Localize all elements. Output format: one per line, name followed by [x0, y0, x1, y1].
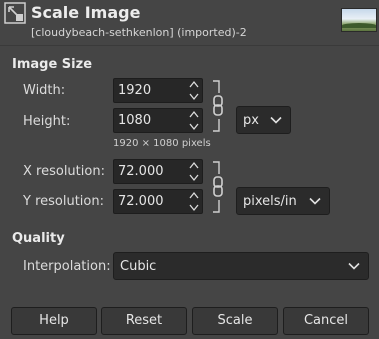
x-resolution-label: X resolution: — [23, 164, 105, 179]
width-increment-arrow-up-icon[interactable] — [186, 79, 202, 90]
dialog-subtitle: [cloudybeach-sethkenlon] (imported)-2 — [31, 26, 247, 39]
x-resolution-increment-arrow-up-icon[interactable] — [186, 160, 202, 171]
y-resolution-input[interactable]: 72.000 — [113, 189, 203, 214]
scale-button[interactable]: Scale — [192, 307, 278, 335]
resolution-unit-dropdown[interactable]: pixels/in — [236, 187, 330, 215]
height-value: 1080 — [118, 113, 152, 128]
cancel-button[interactable]: Cancel — [283, 307, 369, 335]
reset-button[interactable]: Reset — [101, 307, 187, 335]
image-size-heading: Image Size — [12, 57, 93, 72]
interpolation-value: Cubic — [120, 259, 157, 274]
resolution-chain-link-icon[interactable] — [210, 160, 224, 214]
interpolation-dropdown[interactable]: Cubic — [113, 252, 369, 280]
width-input[interactable]: 1920 — [113, 78, 203, 103]
help-button[interactable]: Help — [11, 307, 97, 335]
size-unit-dropdown[interactable]: px — [236, 106, 291, 134]
x-resolution-value: 72.000 — [118, 164, 164, 179]
chevron-down-icon — [348, 262, 360, 270]
size-chain-link-icon[interactable] — [210, 79, 224, 133]
y-resolution-decrement-arrow-down-icon[interactable] — [186, 202, 202, 213]
chevron-down-icon — [270, 116, 282, 124]
image-thumbnail — [341, 8, 377, 32]
x-resolution-input[interactable]: 72.000 — [113, 159, 203, 184]
header-divider — [0, 45, 379, 46]
scale-image-icon — [4, 2, 26, 24]
pixel-dimensions-text: 1920 × 1080 pixels — [113, 138, 211, 149]
height-increment-arrow-up-icon[interactable] — [186, 109, 202, 120]
size-unit-value: px — [243, 113, 259, 128]
height-decrement-arrow-down-icon[interactable] — [186, 121, 202, 132]
width-label: Width: — [23, 83, 66, 98]
y-resolution-label: Y resolution: — [23, 194, 104, 209]
chevron-down-icon — [309, 197, 321, 205]
resolution-unit-value: pixels/in — [243, 194, 297, 209]
height-input[interactable]: 1080 — [113, 108, 203, 133]
dialog-title: Scale Image — [31, 3, 141, 22]
width-decrement-arrow-down-icon[interactable] — [186, 91, 202, 102]
interpolation-label: Interpolation: — [23, 259, 111, 274]
width-value: 1920 — [118, 83, 152, 98]
y-resolution-increment-arrow-up-icon[interactable] — [186, 190, 202, 201]
x-resolution-decrement-arrow-down-icon[interactable] — [186, 172, 202, 183]
height-label: Height: — [23, 114, 71, 129]
quality-heading: Quality — [12, 231, 65, 246]
y-resolution-value: 72.000 — [118, 194, 164, 209]
